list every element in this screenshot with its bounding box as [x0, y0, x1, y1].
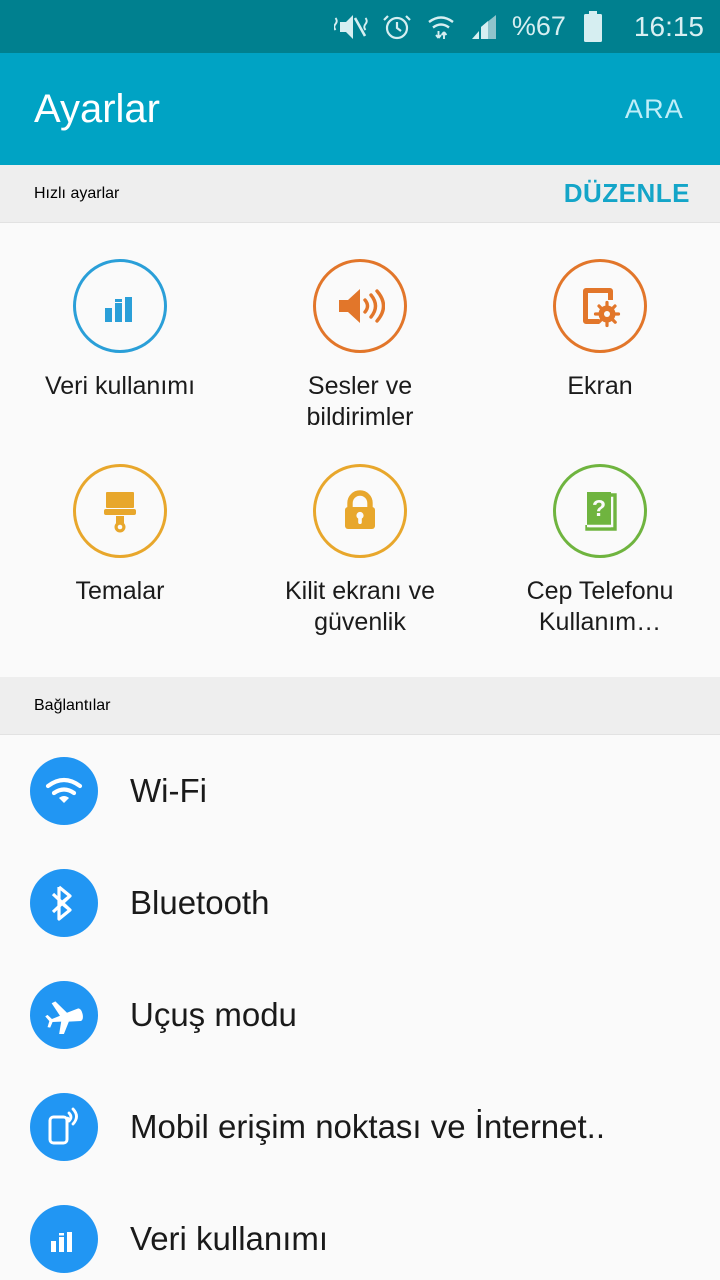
quick-setting-ring: ?: [553, 464, 647, 558]
battery-percent-label: %67: [511, 11, 566, 41]
paintbrush-icon: [98, 488, 142, 534]
alarm-clock-icon: [382, 12, 412, 42]
svg-text:?: ?: [592, 495, 606, 521]
list-item-label: Uçuş modu: [130, 996, 297, 1033]
wifi-transfer-icon: [426, 12, 456, 42]
list-item-veri-kullanimi[interactable]: Veri kullanımı: [0, 1183, 720, 1280]
display-brightness-icon: [576, 282, 624, 330]
list-item-bluetooth[interactable]: Bluetooth: [0, 847, 720, 959]
status-bar-icons: %67 16:15: [333, 10, 704, 43]
app-bar: Ayarlar ARA: [0, 53, 720, 165]
quick-setting-sesler-ve-bildirimler[interactable]: Sesler ve bildirimler: [240, 247, 480, 452]
status-bar: %67 16:15: [0, 0, 720, 53]
quick-setting-veri-kullanimi[interactable]: Veri kullanımı: [0, 247, 240, 452]
wifi-icon: [30, 757, 98, 825]
quick-settings-title: Hızlı ayarlar: [34, 184, 120, 202]
quick-setting-label: Temalar: [75, 577, 165, 605]
quick-setting-ring: [73, 464, 167, 558]
quick-settings-grid: Veri kullanımı Sesler ve bildirimler Ekr…: [0, 223, 720, 677]
list-item-label: Mobil erişim noktası ve İnternet..: [130, 1108, 606, 1145]
bluetooth-icon: [30, 869, 98, 937]
connections-list: Wi-Fi Bluetooth Uçuş modu Mobil erişim n…: [0, 735, 720, 1280]
quick-setting-label: Sesler ve bildirimler: [306, 372, 414, 431]
quick-setting-label: Ekran: [567, 372, 633, 400]
connections-title: Bağlantılar: [34, 696, 111, 714]
speaker-volume-icon: [335, 284, 385, 328]
quick-setting-ring: [313, 259, 407, 353]
page-title: Ayarlar: [34, 86, 160, 131]
quick-setting-cep-telefonu-kullanim[interactable]: ? Cep Telefonu Kullanım…: [480, 452, 720, 657]
list-item-ucus-modu[interactable]: Uçuş modu: [0, 959, 720, 1071]
cellular-signal-icon: [470, 13, 498, 41]
quick-setting-ring: [73, 259, 167, 353]
padlock-icon: [339, 488, 381, 534]
quick-setting-label: Cep Telefonu Kullanım…: [526, 577, 674, 636]
quick-setting-label: Kilit ekranı ve güvenlik: [284, 577, 436, 636]
data-usage-bars-icon: [30, 1205, 98, 1273]
quick-setting-ekran[interactable]: Ekran: [480, 247, 720, 452]
vibrate-mute-icon: [333, 12, 368, 42]
list-item-label: Wi-Fi: [130, 772, 207, 809]
list-item-label: Bluetooth: [130, 884, 270, 921]
help-book-icon: ?: [578, 488, 622, 534]
quick-setting-ring: [553, 259, 647, 353]
settings-screen: %67 16:15 Ayarlar ARA Hızlı ayarlar DÜZE…: [0, 0, 720, 1280]
quick-setting-label: Veri kullanımı: [44, 372, 196, 400]
edit-quick-settings-button[interactable]: DÜZENLE: [564, 178, 690, 209]
quick-settings-header: Hızlı ayarlar DÜZENLE: [0, 165, 720, 223]
list-item-mobil-erisim-noktasi[interactable]: Mobil erişim noktası ve İnternet..: [0, 1071, 720, 1183]
quick-setting-temalar[interactable]: Temalar: [0, 452, 240, 657]
data-usage-bars-icon: [98, 284, 142, 328]
list-item-label: Veri kullanımı: [130, 1220, 329, 1257]
quick-setting-ring: [313, 464, 407, 558]
battery-icon: [582, 10, 604, 43]
airplane-icon: [30, 981, 98, 1049]
clock-time: 16:15: [633, 10, 704, 42]
quick-setting-kilit-ekrani-ve-guvenlik[interactable]: Kilit ekranı ve güvenlik: [240, 452, 480, 657]
list-item-wifi[interactable]: Wi-Fi: [0, 735, 720, 847]
hotspot-icon: [30, 1093, 98, 1161]
search-button[interactable]: ARA: [623, 86, 686, 133]
connections-header: Bağlantılar: [0, 677, 720, 735]
